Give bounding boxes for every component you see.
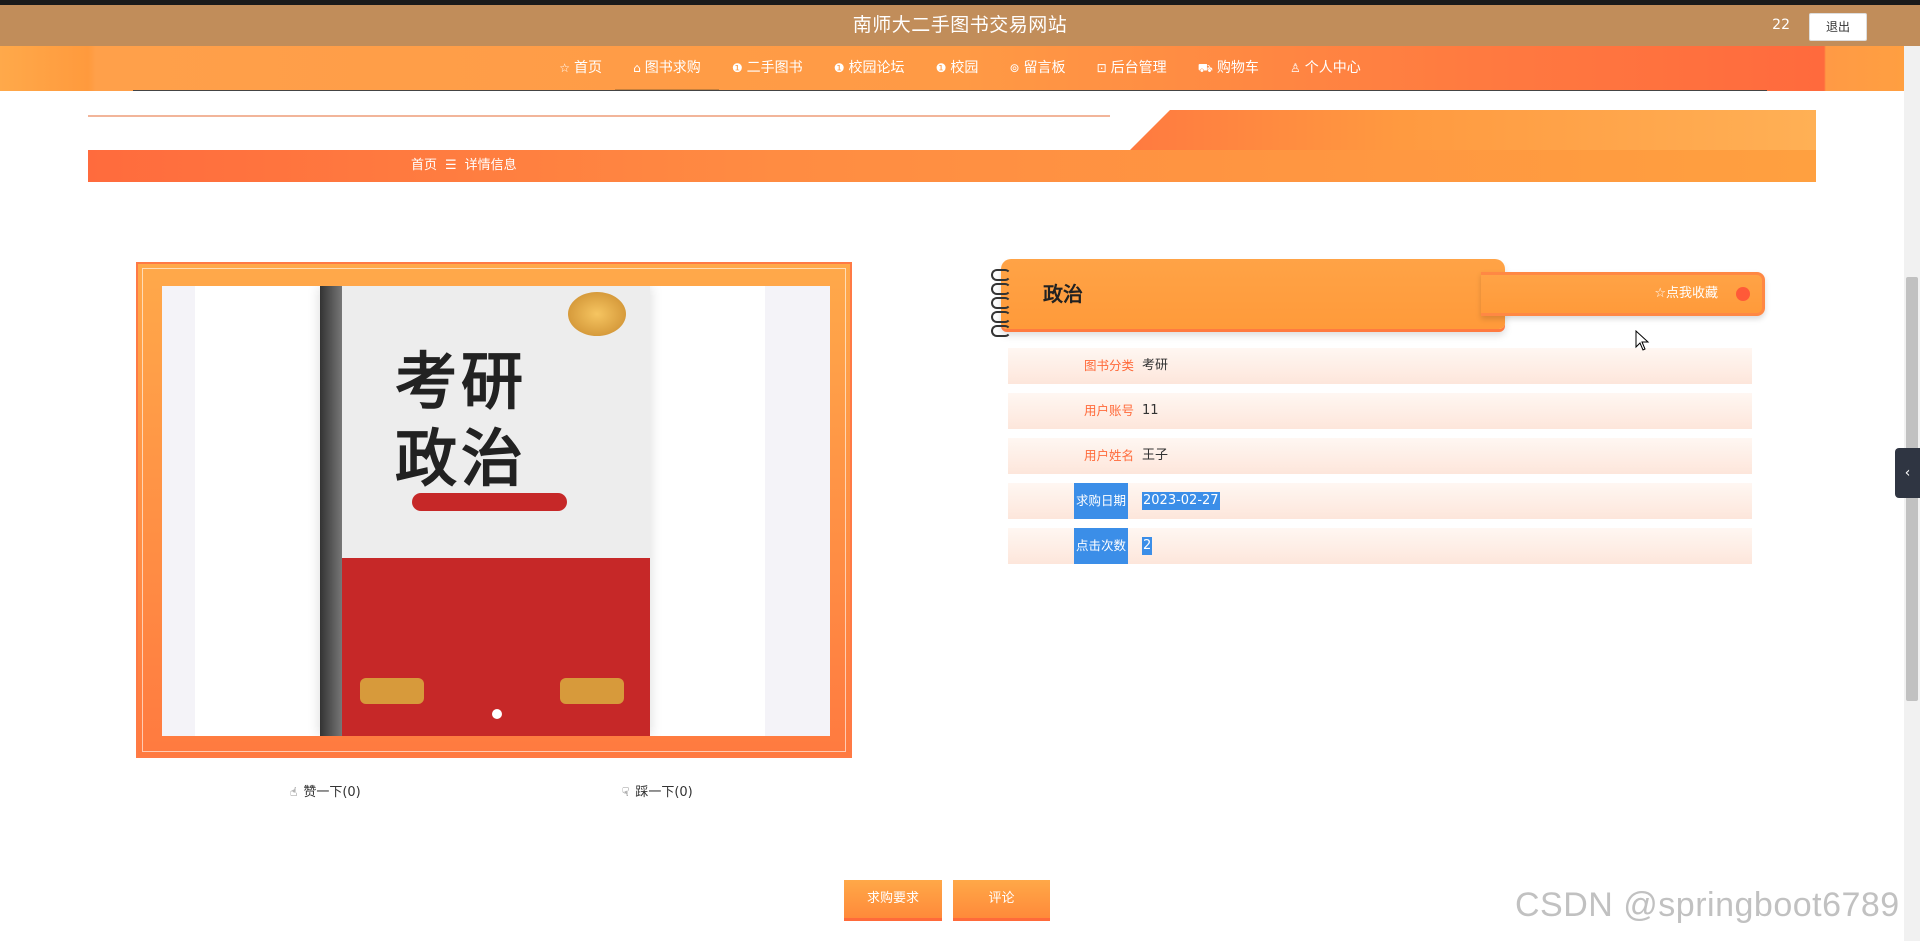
breadcrumb: 首页 ☰ 详情信息	[411, 150, 517, 182]
collect-bar: ☆点我收藏	[1481, 272, 1765, 316]
side-panel-toggle[interactable]: ‹	[1895, 448, 1920, 498]
star-icon: ☆	[559, 61, 571, 75]
main-nav: ☆ 首页 ⌂ 图书求购 ❶ 二手图书 ❶ 校园论坛 ❶ 校园 ⊚ 留言板 ⊡ 后台管理 ⛟ 购物…	[0, 46, 1920, 91]
info-row-clicks: 点击次数 2	[1008, 528, 1752, 564]
field-value: 2023-02-27	[1142, 492, 1220, 510]
nav-cart[interactable]: ⛟ 购物车	[1198, 46, 1259, 91]
field-label: 求购日期	[1074, 483, 1128, 519]
nav-profile[interactable]: ♙ 个人中心	[1290, 46, 1361, 91]
thumbs-up-icon: ☝	[290, 785, 298, 799]
field-label: 用户账号	[1083, 403, 1134, 418]
info-icon: ❶	[833, 61, 845, 75]
comment-button[interactable]: 评论	[953, 880, 1050, 921]
info-row-account: 用户账号 11	[1008, 393, 1752, 429]
nav-message-board[interactable]: ⊚ 留言板	[1009, 46, 1065, 91]
chevron-left-icon: ‹	[1904, 465, 1911, 481]
nav-label: 后台管理	[1110, 60, 1167, 76]
field-value: 2	[1142, 537, 1153, 555]
book-illustration: 考研 政治	[320, 286, 650, 736]
breadcrumb-bar: 首页 ☰ 详情信息	[88, 150, 1816, 182]
info-icon: ❶	[731, 61, 743, 75]
field-label: 图书分类	[1083, 358, 1134, 373]
cart-icon: ⛟	[1197, 61, 1213, 75]
cover-title-line2: 政治	[395, 422, 528, 495]
field-label: 用户姓名	[1083, 448, 1134, 463]
nav-label: 留言板	[1023, 60, 1066, 76]
info-icon: ❶	[935, 61, 947, 75]
dislike-label: 踩一下(0)	[635, 785, 693, 800]
menu-icon: ☰	[445, 158, 457, 173]
thumbs-down-icon: ☟	[622, 785, 630, 799]
info-row-category: 图书分类 考研	[1008, 348, 1752, 384]
nav-label: 二手图书	[746, 60, 803, 76]
watermark: CSDN @springboot6789	[1515, 886, 1900, 924]
user-icon: ♙	[1289, 61, 1301, 75]
nav-label: 首页	[574, 60, 603, 76]
like-label: 赞一下(0)	[303, 785, 361, 800]
breadcrumb-home[interactable]: 首页	[411, 158, 437, 173]
nav-home[interactable]: ☆ 首页	[559, 46, 602, 91]
nav-book-request[interactable]: ⌂ 图书求购	[615, 46, 719, 91]
collect-button[interactable]: ☆点我收藏	[1654, 275, 1718, 313]
field-value: 11	[1142, 403, 1159, 418]
nav-campus[interactable]: ❶ 校园	[936, 46, 979, 91]
nav-admin[interactable]: ⊡ 后台管理	[1097, 46, 1167, 91]
home-icon: ⌂	[633, 61, 641, 75]
like-button[interactable]: ☝ 赞一下(0)	[290, 781, 361, 800]
carousel-dot[interactable]	[492, 709, 502, 719]
field-value: 考研	[1142, 358, 1169, 373]
book-name: 政治	[1043, 282, 1083, 306]
divider-line	[133, 90, 1767, 91]
request-requirement-button[interactable]: 求购要求	[844, 880, 942, 921]
book-title-tab: 政治	[991, 259, 1505, 337]
nav-used-books[interactable]: ❶ 二手图书	[732, 46, 803, 91]
breadcrumb-current: 详情信息	[464, 158, 517, 173]
message-icon: ⊚	[1009, 61, 1020, 75]
logout-button[interactable]: 退出	[1809, 13, 1867, 41]
field-value: 王子	[1142, 448, 1169, 463]
info-row-username: 用户姓名 王子	[1008, 438, 1752, 474]
nav-label: 购物车	[1216, 60, 1259, 76]
spiral-binding-icon	[991, 269, 1011, 337]
mouse-cursor-icon	[1635, 330, 1650, 351]
admin-icon: ⊡	[1096, 61, 1107, 75]
nav-label: 校园论坛	[848, 60, 905, 76]
info-row-request-date: 求购日期 2023-02-27	[1008, 483, 1752, 519]
image-carousel: 考研 政治	[136, 262, 852, 758]
field-label: 点击次数	[1074, 528, 1128, 564]
user-number: 22	[1772, 17, 1790, 33]
title-bar: 南师大二手图书交易网站 22 退出	[0, 5, 1920, 46]
site-title: 南师大二手图书交易网站	[852, 14, 1068, 36]
book-cover-image: 考研 政治	[162, 286, 830, 736]
nav-label: 图书求购	[644, 60, 701, 76]
decor-line	[88, 115, 1110, 117]
nav-label: 个人中心	[1304, 60, 1361, 76]
dislike-button[interactable]: ☟ 踩一下(0)	[622, 781, 693, 800]
nav-campus-forum[interactable]: ❶ 校园论坛	[834, 46, 905, 91]
collect-dot	[1736, 287, 1750, 301]
seal-badge	[568, 292, 626, 336]
nav-label: 校园	[950, 60, 979, 76]
